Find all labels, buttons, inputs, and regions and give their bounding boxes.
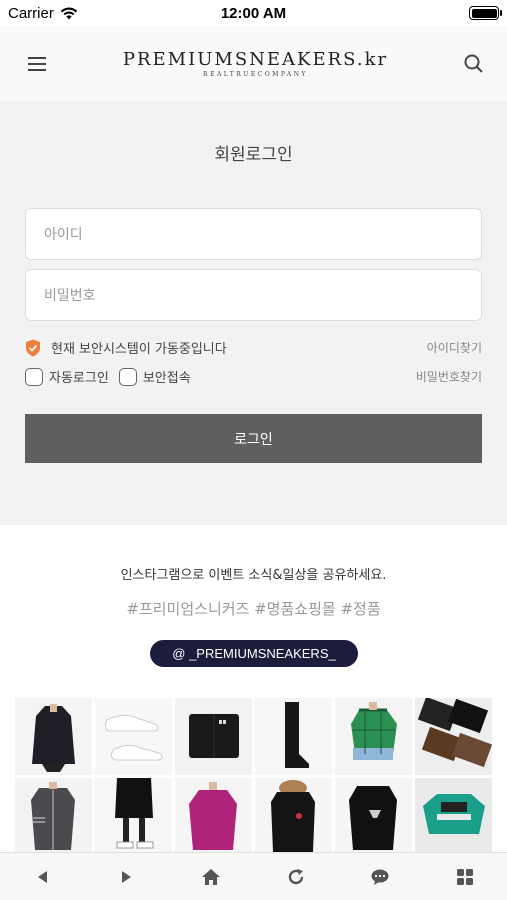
password-input[interactable]: 비밀번호 <box>25 269 482 321</box>
site-logo[interactable]: PREMIUMSNEAKERS.kr REALTRUECOMPANY <box>122 48 389 78</box>
grid-item-black-skirt-sneakers[interactable] <box>95 778 172 855</box>
secure-access-checkbox[interactable] <box>118 367 137 386</box>
status-bar: Carrier 12:00 AM <box>0 0 507 26</box>
forward-button[interactable] <box>107 857 147 897</box>
hamburger-icon[interactable] <box>26 55 48 73</box>
wifi-icon <box>60 7 78 19</box>
back-arrow-icon <box>38 870 48 883</box>
battery-icon <box>469 6 502 20</box>
refresh-button[interactable] <box>276 857 316 897</box>
site-header: PREMIUMSNEAKERS.kr REALTRUECOMPANY <box>0 26 507 101</box>
security-text: 현재 보안시스템이 가동중입니다 <box>51 342 227 357</box>
home-icon <box>202 868 221 885</box>
secure-access-option[interactable]: 보안접속 <box>118 367 191 386</box>
grid-item-black-parka-fur[interactable] <box>255 778 332 855</box>
login-title: 회원로그인 <box>214 145 293 165</box>
instagram-handle-button[interactable]: @ _PREMIUMSNEAKERS_ <box>150 640 358 667</box>
auto-login-label: 자동로그인 <box>49 371 109 386</box>
logo-sub-text: REALTRUECOMPANY <box>203 70 308 78</box>
instagram-grid <box>15 698 495 855</box>
login-button[interactable]: 로그인 <box>25 414 482 463</box>
security-status: 현재 보안시스템이 가동중입니다 <box>25 338 227 357</box>
home-button[interactable] <box>191 857 231 897</box>
password-placeholder: 비밀번호 <box>44 288 96 304</box>
grid-item-gray-cardigan[interactable] <box>15 778 92 855</box>
find-password-link[interactable]: 비밀번호찾기 <box>416 368 482 385</box>
forward-arrow-icon <box>121 870 131 883</box>
grid-item-green-plaid-shirt[interactable] <box>335 698 412 775</box>
auto-login-checkbox[interactable] <box>25 367 43 386</box>
id-placeholder: 아이디 <box>44 227 83 243</box>
instagram-hashtags: #프리미엄스니커즈 #명품쇼핑몰 #정품 <box>126 600 381 618</box>
secure-access-label: 보안접속 <box>142 371 191 386</box>
grid-item-pink-hoodie[interactable] <box>175 778 252 855</box>
instagram-intro: 인스타그램으로 이벤트 소식&일상을 공유하세요. <box>120 568 387 583</box>
grid-item-black-boots[interactable] <box>255 698 332 775</box>
security-row: 현재 보안시스템이 가동중입니다 아이디찾기 <box>25 338 482 357</box>
grid-item-wallet-colors[interactable] <box>415 698 492 775</box>
chat-icon <box>371 869 389 885</box>
logo-main-text: PREMIUMSNEAKERS.kr <box>122 48 389 70</box>
carrier-group: Carrier <box>8 5 78 22</box>
auto-login-option[interactable]: 자동로그인 <box>25 367 109 386</box>
search-icon[interactable] <box>463 53 485 75</box>
back-button[interactable] <box>22 857 62 897</box>
chat-button[interactable] <box>360 857 400 897</box>
login-options-row: 자동로그인 보안접속 비밀번호찾기 <box>25 367 482 386</box>
refresh-icon <box>288 868 303 884</box>
grid-item-black-graphic-hoodie[interactable] <box>335 778 412 855</box>
instagram-handle-label: @ _PREMIUMSNEAKERS_ <box>172 646 336 661</box>
grid-item-black-wallet[interactable] <box>175 698 252 775</box>
find-id-link[interactable]: 아이디찾기 <box>427 339 482 356</box>
grid-icon <box>456 868 473 885</box>
carrier-label: Carrier <box>8 4 54 22</box>
grid-item-white-sneakers[interactable] <box>95 698 172 775</box>
grid-menu-button[interactable] <box>445 857 485 897</box>
login-button-label: 로그인 <box>234 431 273 448</box>
grid-item-black-padded-coat[interactable] <box>15 698 92 775</box>
login-options: 자동로그인 보안접속 <box>25 367 191 386</box>
bottom-toolbar <box>0 852 507 900</box>
id-input[interactable]: 아이디 <box>25 208 482 260</box>
shield-check-icon <box>26 339 40 356</box>
grid-item-teal-paris-tee[interactable] <box>415 778 492 855</box>
